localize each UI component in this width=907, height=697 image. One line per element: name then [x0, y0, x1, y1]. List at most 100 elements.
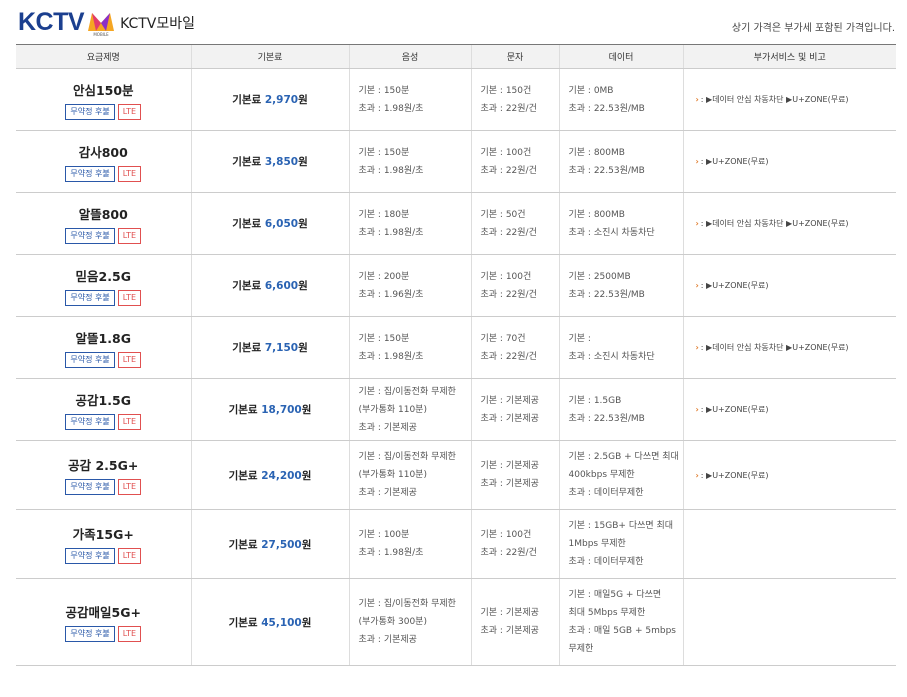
sms-line: 기본 : 50건 [480, 209, 526, 220]
sms-line: 초과 : 22원/건 [480, 548, 537, 558]
fee-suffix: 원 [298, 94, 308, 106]
voice-cell: 기본 : 150분 초과 : 1.98원/초 [348, 130, 471, 193]
fee-value: 45,100 [261, 616, 302, 629]
fee-prefix: 기본료 [232, 94, 265, 106]
lte-badge: LTE [117, 548, 142, 564]
fee-value: 3,850 [264, 156, 299, 168]
data-line: 기본 : 2.5GB + 다쓰면 최대 [568, 452, 679, 462]
data-line: 기본 : 15GB+ 다쓰면 최대 [568, 521, 674, 531]
plan-name[interactable]: 공감매일5G+ [16, 602, 191, 621]
sms-line: 기본 : 100건 [480, 147, 532, 158]
plan-name[interactable]: 안심150분 [16, 80, 191, 99]
lte-badge: LTE [117, 479, 142, 495]
voice-line: 기본 : 150분 [358, 85, 410, 96]
base-fee-cell: 기본료 24,200원 [190, 440, 349, 510]
data-line: 초과 : 소진시 차동차단 [568, 351, 655, 362]
extra-cell: ›: ▶U+ZONE(무료) [682, 440, 896, 510]
data-cell: 기본 : 2500MB 초과 : 22.53원/MB [558, 254, 683, 317]
logo-sub-text: MOBILE [93, 32, 109, 37]
data-cell: 기본 : 800MB 초과 : 22.53원/MB [558, 130, 683, 193]
plan-name[interactable]: 감사800 [16, 142, 191, 161]
data-line: 기본 : 1.5GB [568, 395, 622, 406]
data-cell: 기본 : 15GB+ 다쓰면 최대 1Mbps 무제한 초과 : 데이터무제한 [558, 509, 683, 579]
voice-cell: 기본 : 집/이동전화 무제한 (부가통화 110분) 초과 : 기본제공 [348, 378, 471, 441]
voice-line: 초과 : 1.98원/초 [358, 103, 424, 114]
contract-badge: 무약정 후불 [65, 626, 115, 642]
sms-line: 초과 : 기본제공 [480, 479, 539, 489]
voice-line: 기본 : 150분 [358, 147, 410, 158]
data-line: 초과 : 소진시 차동차단 [568, 227, 655, 238]
table-row: 감사800 무약정 후불 LTE 기본료 3,850원 기본 : 150분 초과 … [16, 130, 896, 193]
brand-name: KCTV모바일 [120, 15, 196, 32]
sms-cell: 기본 : 100건초과 : 22원/건 [470, 130, 559, 193]
data-cell: 기본 : 800MB 초과 : 소진시 차동차단 [558, 192, 683, 255]
lte-badge: LTE [117, 289, 142, 306]
voice-line: 초과 : 1.96원/초 [358, 289, 424, 300]
voice-cell: 기본 : 150분 초과 : 1.98원/초 [348, 316, 471, 379]
voice-line: 초과 : 1.98원/초 [358, 227, 424, 238]
sms-cell: 기본 : 기본제공 초과 : 기본제공 [470, 440, 559, 510]
fee-prefix: 기본료 [232, 156, 265, 168]
extra-services: : ▶데이터 안심 차동차단 ▶U+ZONE(무료) [700, 343, 849, 352]
data-line: 초과 : 데이터무제한 [568, 557, 644, 567]
arrow-icon: › [695, 157, 699, 166]
plan-name-cell: 알뜰1.8G 무약정 후불 LTE [16, 316, 191, 379]
extra-cell: ›: ▶U+ZONE(무료) [682, 254, 896, 317]
voice-line: 기본 : 집/이동전화 무제한 [358, 452, 456, 462]
extra-cell: ›: ▶U+ZONE(무료) [682, 130, 896, 193]
fee-suffix: 원 [298, 156, 308, 168]
plan-tags: 무약정 후불 LTE [16, 103, 191, 120]
lte-badge: LTE [117, 626, 142, 642]
plan-tags: 무약정 후불 LTE [16, 626, 191, 642]
sms-cell: 기본 : 50건 초과 : 22원/건 [470, 192, 559, 255]
plan-name[interactable]: 믿음2.5G [16, 266, 191, 285]
plan-tags: 무약정 후불 LTE [16, 413, 191, 430]
voice-line: 초과 : 기본제공 [358, 488, 417, 498]
base-fee-cell: 기본료 2,970원 [190, 68, 349, 131]
data-cell: 기본 : 0MB 초과 : 22.53원/MB [558, 68, 683, 131]
voice-cell: 기본 : 집/이동전화 무제한 (부가통화 300분) 초과 : 기본제공 [348, 578, 471, 666]
header-voice: 음성 [348, 44, 471, 69]
fee-suffix: 원 [301, 538, 312, 551]
voice-line: 기본 : 집/이동전화 무제한 [358, 599, 456, 609]
sms-line: 초과 : 22원/건 [480, 103, 537, 114]
plan-name[interactable]: 공감 2.5G+ [16, 455, 191, 474]
sms-line: 기본 : 기본제공 [480, 395, 539, 406]
fee-prefix: 기본료 [228, 404, 262, 416]
plan-name[interactable]: 알뜰1.8G [16, 328, 191, 347]
fee-prefix: 기본료 [228, 538, 262, 551]
data-line: 기본 : 800MB [568, 209, 625, 220]
data-line: 기본 : 매일5G + 다쓰면 [568, 590, 662, 600]
sms-cell: 기본 : 100건 초과 : 22원/건 [470, 254, 559, 317]
plan-name[interactable]: 가족15G+ [16, 524, 191, 543]
data-cell: 기본 : 매일5G + 다쓰면 최대 5Mbps 무제한 초과 : 매일 5GB +… [558, 578, 683, 666]
header-base-fee: 기본료 [190, 44, 349, 69]
base-fee-cell: 기본료 45,100원 [190, 578, 349, 666]
contract-badge: 무약정 후불 [65, 103, 115, 120]
fee-suffix: 원 [298, 218, 308, 230]
plan-name-cell: 믿음2.5G 무약정 후불 LTE [16, 254, 191, 317]
logo-wordmark: KCTV [18, 8, 85, 36]
base-fee-cell: 기본료 6,600원 [190, 254, 349, 317]
fee-value: 24,200 [261, 469, 302, 482]
extra-cell: ›: ▶U+ZONE(무료) [682, 378, 896, 441]
arrow-icon: › [695, 405, 699, 414]
sms-cell: 기본 : 100건 초과 : 22원/건 [470, 509, 559, 579]
kctv-logo[interactable]: KCTV MOBILE KCTV모바일 [18, 8, 195, 37]
plan-tags: 무약정 후불 LTE [16, 479, 191, 495]
voice-line: 초과 : 기본제공 [358, 635, 417, 645]
fee-value: 6,050 [264, 218, 299, 230]
data-line: 기본 : 800MB [568, 147, 625, 158]
fee-prefix: 기본료 [232, 280, 265, 292]
plan-name[interactable]: 공감1.5G [16, 390, 191, 409]
fee-suffix: 원 [301, 469, 312, 482]
arrow-icon: › [695, 95, 699, 104]
fee-prefix: 기본료 [228, 469, 262, 482]
vat-notice: 상기 가격은 부가세 포함된 가격입니다. [731, 23, 895, 34]
plan-name-cell: 감사800 무약정 후불 LTE [16, 130, 191, 193]
voice-line: (부가통화 110분) [358, 470, 427, 480]
plan-name[interactable]: 알뜰800 [16, 204, 191, 223]
base-fee-cell: 기본료 27,500원 [190, 509, 349, 579]
table-row: 공감매일5G+ 무약정 후불 LTE 기본료 45,100원 기본 : 집/이동… [16, 578, 896, 666]
sms-line: 초과 : 22원/건 [480, 165, 537, 176]
